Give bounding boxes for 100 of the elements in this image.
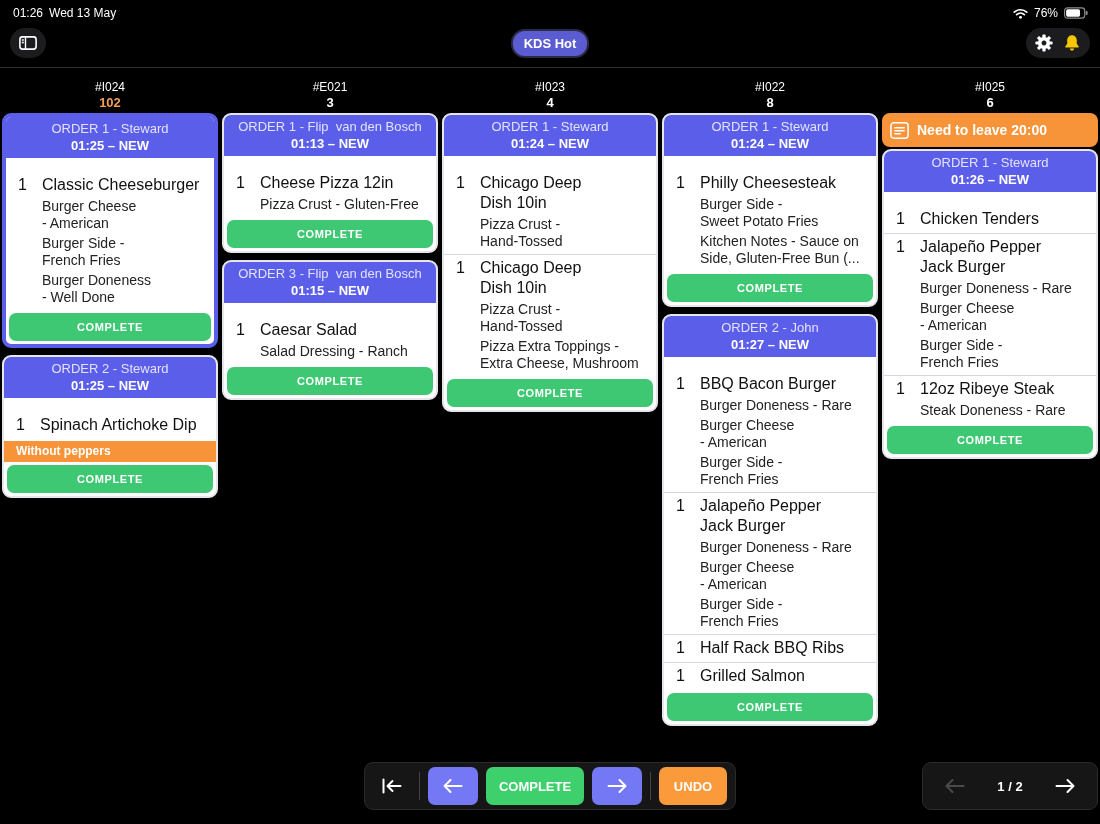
item-name: BBQ Bacon Burger (700, 374, 838, 394)
item-modifier: Burger Side - French Fries (920, 337, 1004, 371)
order-time: 01:24 – NEW (509, 135, 590, 152)
order-title: ORDER 1 - Steward (50, 120, 170, 137)
banner-text: Need to leave 20:00 (917, 122, 1047, 138)
order-time: 01:25 – NEW (69, 137, 150, 154)
item-quantity: 1 (236, 320, 246, 340)
order-title: ORDER 1 - Flip van den Bosch (237, 118, 423, 135)
complete-button[interactable]: COMPLETE (7, 465, 213, 493)
order-title: ORDER 2 - John (720, 319, 820, 336)
order-title: ORDER 1 - Steward (490, 118, 610, 135)
order-card[interactable]: ORDER 1 - Steward 01:24 – NEW 1 Philly Cheesesteak Burger Side - Sweet Potato Fries Kitchen Notes - Sauce on Side, Gluten-Free Bun (... COMPLETE (662, 113, 878, 307)
item-modifier: Kitchen Notes - Sauce on Side, Gluten-Free Bun (... (700, 233, 861, 267)
complete-button[interactable]: COMPLETE (227, 220, 433, 248)
sidebar-icon (19, 36, 37, 50)
complete-button[interactable]: COMPLETE (667, 274, 873, 302)
item-name: Philly Cheesesteak (700, 173, 838, 193)
item-name: 12oz Ribeye Steak (920, 379, 1056, 399)
sidebar-button[interactable] (10, 28, 46, 58)
item-modifier: Burger Doneness - Rare (700, 539, 853, 556)
item-modifier: Burger Side - French Fries (700, 454, 784, 488)
item-name: Cheese Pizza 12in (260, 173, 395, 193)
order-card[interactable] (662, 314, 878, 726)
note-icon (890, 121, 909, 139)
first-page-icon (382, 778, 402, 794)
item-modifier: Burger Doneness - Well Done (42, 272, 152, 306)
ticket-number: #I024 (94, 80, 126, 95)
previous-button[interactable] (428, 767, 478, 805)
item-name: Chicago Deep Dish 10in (480, 258, 583, 298)
item-modifier: Burger Cheese - American (700, 559, 796, 593)
item-quantity: 1 (456, 173, 466, 193)
complete-button[interactable]: COMPLETE (667, 693, 873, 721)
status-time: 01:26 (13, 6, 44, 20)
order-count: 8 (765, 95, 775, 111)
ticket-number: #I022 (754, 80, 786, 95)
ticket-number: #E021 (311, 80, 349, 95)
item-quantity: 1 (676, 173, 686, 193)
complete-button[interactable]: COMPLETE (887, 426, 1093, 454)
order-title: ORDER 3 - Flip van den Bosch (237, 265, 423, 282)
item-quantity: 1 (18, 175, 28, 195)
item-modifier: Pizza Extra Toppings - Extra Cheese, Mushroom (480, 338, 640, 372)
order-card[interactable]: ORDER 2 - Steward 01:25 – NEW 1 Spinach Artichoke Dip Without peppers COMPLETE (2, 355, 218, 498)
order-time: 01:27 – NEW (729, 336, 810, 353)
order-card[interactable]: ORDER 3 - Flip van den Bosch 01:15 – NEW 1 Caesar Salad Salad Dressing - Ranch COMPLETE (222, 260, 438, 400)
undo-button[interactable]: UNDO (659, 767, 727, 805)
item-modifier: Burger Side - French Fries (42, 235, 126, 269)
item-quantity: 1 (676, 374, 686, 394)
next-button[interactable] (592, 767, 642, 805)
ticket-number: #I025 (974, 80, 1006, 95)
next-page-button[interactable] (1055, 778, 1075, 794)
item-modifier: Burger Cheese - American (920, 300, 1016, 334)
arrow-left-icon (443, 778, 463, 794)
order-card[interactable]: ORDER 1 - Steward 01:24 – NEW 1 Chicago Deep Dish 10in Pizza Crust - Hand-Tossed 1 Chicago Deep Dish 10in Pizza Crust - Hand-Tossed Pizza Extra Toppings - Extra Cheese, Mushroom COMPLETE (442, 113, 658, 412)
item-quantity: 1 (676, 638, 686, 658)
station-button[interactable]: KDS Hot (510, 28, 590, 58)
complete-button[interactable]: COMPLETE (9, 313, 211, 341)
item-modifier: Burger Doneness - Rare (700, 397, 853, 414)
arrow-right-icon (1055, 778, 1075, 794)
item-modifier: Salad Dressing - Ranch (260, 343, 409, 360)
complete-all-button[interactable]: COMPLETE (486, 767, 584, 805)
order-title: ORDER 1 - Steward (710, 118, 830, 135)
order-card[interactable] (882, 149, 1098, 459)
item-name: Chicago Deep Dish 10in (480, 173, 583, 213)
complete-button[interactable]: COMPLETE (227, 367, 433, 395)
arrow-right-icon (607, 778, 627, 794)
item-name: Classic Cheeseburger (42, 175, 201, 195)
item-modifier: Pizza Crust - Hand-Tossed (480, 216, 564, 250)
item-modifier: Burger Side - Sweet Potato Fries (700, 196, 820, 230)
order-time: 01:13 – NEW (289, 135, 370, 152)
item-modifier: Burger Side - French Fries (700, 596, 784, 630)
settings-button[interactable] (1034, 33, 1054, 53)
notifications-button[interactable] (1062, 33, 1082, 53)
item-quantity: 1 (456, 258, 466, 278)
item-quantity: 1 (896, 237, 906, 257)
item-quantity: 1 (16, 415, 26, 435)
battery-percentage: 76% (1033, 6, 1058, 20)
order-card[interactable]: ORDER 1 - Flip van den Bosch 01:13 – NEW 1 Cheese Pizza 12in Pizza Crust - Gluten-Free COMPLETE (222, 113, 438, 253)
ticket-number: #I023 (534, 80, 566, 95)
item-name: Spinach Artichoke Dip (40, 415, 198, 435)
page-indicator: 1 / 2 (997, 778, 1023, 794)
order-count: 3 (325, 95, 335, 111)
wifi-icon (1012, 7, 1028, 19)
order-time: 01:25 – NEW (69, 377, 150, 394)
order-time: 01:24 – NEW (729, 135, 810, 152)
item-name: Grilled Salmon (700, 666, 806, 686)
bell-icon (1063, 34, 1081, 52)
order-time: 01:26 – NEW (949, 171, 1030, 188)
item-quantity: 1 (896, 209, 906, 229)
order-title: ORDER 1 - Steward (930, 154, 1050, 171)
order-count: 6 (985, 95, 995, 111)
battery-icon (1064, 7, 1088, 19)
item-name: Chicken Tenders (920, 209, 1040, 229)
complete-button[interactable]: COMPLETE (447, 379, 653, 407)
settings-icon (1035, 34, 1053, 52)
item-modifier: Pizza Crust - Gluten-Free (260, 196, 420, 213)
status-date: Wed 13 May (49, 6, 117, 20)
item-modifier: Burger Doneness - Rare (920, 280, 1073, 297)
order-card[interactable]: ORDER 1 - Steward 01:25 – NEW 1 Classic Cheeseburger Burger Cheese - American Burger Side - French Fries Burger Doneness - Well Done COMPLETE (2, 113, 218, 348)
item-name: Half Rack BBQ Ribs (700, 638, 846, 658)
item-quantity: 1 (236, 173, 246, 193)
